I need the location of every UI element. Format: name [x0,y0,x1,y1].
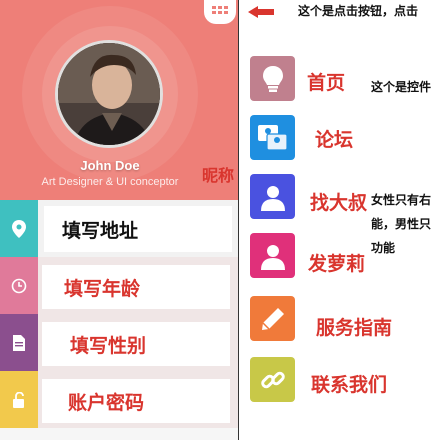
menu-label-service-guide: 服务指南 [316,317,393,339]
form-row-gender[interactable]: 填写性别 [0,314,238,371]
menu-label-home: 首页 [307,72,346,94]
menu-item-lolita[interactable]: 发萝莉 [250,233,440,281]
form-row-age[interactable]: 填写年龄 [0,257,238,314]
unlock-icon [0,371,38,428]
arrow-left-icon [248,6,274,18]
users-icon [250,115,295,160]
menu-item-contact[interactable]: 联系我们 [250,357,440,405]
menu-label-lolita: 发萝莉 [308,253,366,275]
menu-item-home[interactable]: 首页 [250,56,440,104]
user-female-icon [250,233,295,278]
menu-item-service-guide[interactable]: 服务指南 [250,296,440,344]
form-list: 填写地址 填写年龄 填写性别 账户密码 [0,200,238,428]
address-label: 填写地址 [62,219,139,242]
form-row-password[interactable]: 账户密码 [0,371,238,428]
profile-role: Art Designer & UI conceptor [41,176,179,188]
password-field[interactable]: 账户密码 [42,379,230,423]
divider [238,0,239,440]
age-label: 填写年龄 [64,277,141,300]
pencil-icon [250,296,295,341]
gender-label: 填写性别 [70,334,147,357]
address-field[interactable]: 填写地址 [44,206,232,252]
menu-button-note: 这个是点击按钮，点击 [298,4,419,18]
menu-label-contact: 联系我们 [311,374,388,396]
password-label: 账户密码 [68,391,145,414]
menu-toggle-button[interactable] [204,0,236,24]
link-icon [250,357,295,402]
profile-name: John Doe [80,158,140,173]
document-icon [0,314,38,371]
menu-item-forum[interactable]: 论坛 [250,115,440,163]
form-row-address[interactable]: 填写地址 [0,200,238,257]
app-screen: John Doe Art Designer & UI conceptor 填写地… [0,0,238,440]
clock-icon [0,257,38,314]
menu-label-forum: 论坛 [315,129,354,151]
grid-menu-icon [212,6,228,14]
location-pin-icon [0,200,38,257]
lightbulb-icon [250,56,295,101]
menu-item-find-uncle[interactable]: 找大叔 [250,174,440,222]
age-field[interactable]: 填写年龄 [42,265,230,309]
nickname-annotation: 昵称 [202,166,235,185]
menu-label-find-uncle: 找大叔 [310,192,368,214]
user-icon [250,174,295,219]
avatar[interactable] [55,40,163,148]
gender-field[interactable]: 填写性别 [42,322,230,366]
